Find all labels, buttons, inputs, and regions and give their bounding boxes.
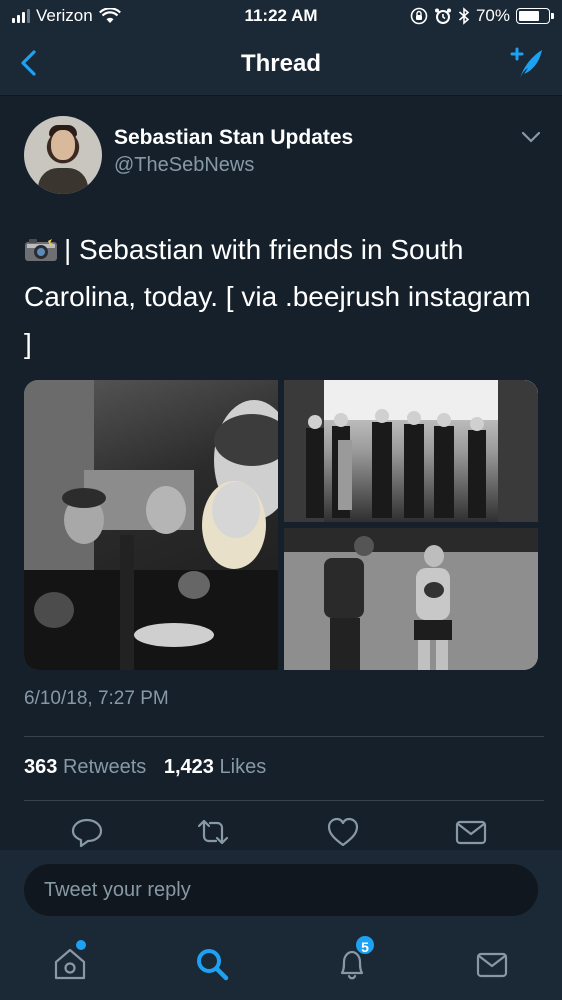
media-photo-lake[interactable] (284, 528, 538, 670)
tab-messages[interactable] (470, 942, 514, 986)
tweet-text-block: | Sebastian with friends in South Caroli… (24, 226, 544, 367)
notifications-badge: 5 (354, 934, 376, 956)
divider (24, 736, 544, 737)
retweets-count[interactable]: 363 (24, 756, 57, 778)
tweet-text: | Sebastian with friends in South Caroli… (24, 234, 531, 359)
tab-home[interactable] (48, 940, 92, 986)
retweets-label[interactable]: Retweets (63, 756, 146, 778)
reply-placeholder: Tweet your reply (44, 878, 191, 901)
media-photo-group[interactable] (284, 380, 538, 522)
nav-bar: Thread (0, 34, 562, 96)
reply-input[interactable]: Tweet your reply (24, 864, 538, 916)
battery-icon (516, 8, 554, 24)
retweet-icon[interactable] (196, 816, 230, 848)
likes-label[interactable]: Likes (220, 756, 267, 778)
home-icon (54, 948, 86, 980)
like-heart-icon[interactable] (326, 816, 360, 848)
reply-icon[interactable] (70, 816, 104, 848)
compose-tweet-icon[interactable] (506, 44, 546, 84)
orientation-lock-icon (410, 7, 428, 25)
tweet-actions (0, 812, 562, 852)
reply-bar: Tweet your reply (0, 850, 562, 930)
new-content-dot (76, 940, 86, 950)
tweet-timestamp[interactable]: 6/10/18, 7:27 PM (24, 688, 169, 710)
status-bar: Verizon 11:22 AM 70% (0, 0, 562, 34)
search-icon (197, 949, 229, 981)
page-title: Thread (240, 50, 321, 77)
bluetooth-icon (458, 7, 470, 25)
display-name[interactable]: Sebastian Stan Updates (114, 126, 353, 150)
tab-notifications[interactable]: 5 (330, 934, 376, 986)
status-right: 70% (410, 6, 554, 26)
user-handle[interactable]: @TheSebNews (114, 154, 254, 177)
alarm-icon (434, 8, 451, 24)
mail-icon (476, 952, 508, 978)
share-mail-icon[interactable] (454, 816, 488, 848)
battery-percent: 70% (475, 6, 510, 25)
camera-flash-emoji-icon (25, 237, 57, 261)
avatar[interactable] (24, 116, 102, 194)
tab-search[interactable] (190, 942, 234, 986)
chevron-down-icon[interactable] (520, 130, 542, 144)
media-grid (24, 380, 538, 670)
likes-count[interactable]: 1,423 (164, 756, 214, 778)
divider (24, 800, 544, 801)
tab-bar: 5 (0, 930, 562, 1000)
tweet-stats: 363 Retweets 1,423 Likes (24, 756, 278, 779)
media-photo-dinner[interactable] (24, 380, 278, 670)
